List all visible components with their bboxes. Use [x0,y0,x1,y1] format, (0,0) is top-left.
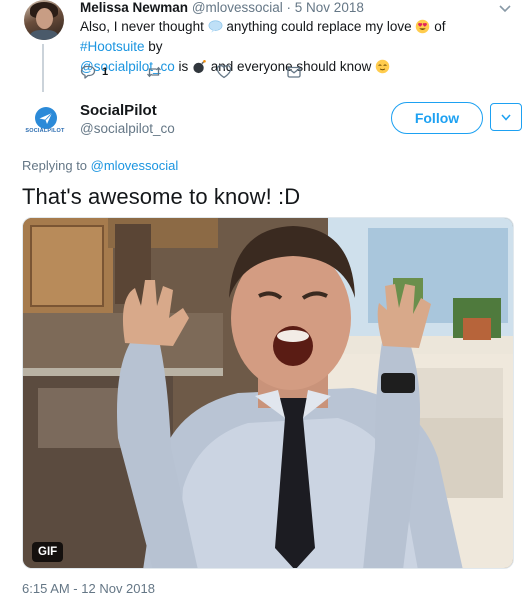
reply-count: 1 [102,66,109,78]
parent-handle-date[interactable]: @mlovessocial · 5 Nov 2018 [192,0,364,15]
parent-author-name[interactable]: Melissa Newman [80,0,188,15]
more-options-button[interactable] [490,103,522,131]
reply-author-name[interactable]: SocialPilot [80,102,157,119]
parent-text-seg: Also, I never thought [80,19,208,34]
replying-to-mention[interactable]: @mlovessocial [91,158,179,173]
replying-prefix: Replying to [22,158,91,173]
socialpilot-logo-icon[interactable] [26,104,66,144]
direct-message-action[interactable] [286,63,302,81]
parent-text-seg: of [430,19,446,34]
reply-tweet-text: That's awesome to know! :D [22,184,301,209]
gif-image[interactable] [23,218,514,569]
parent-tweet-header: Melissa Newman @mlovessocial · 5 Nov 201… [80,0,364,15]
like-icon[interactable] [216,64,232,80]
gif-media[interactable]: GIF [22,217,514,569]
direct-message-icon[interactable] [286,64,302,80]
gif-badge: GIF [32,542,64,562]
parent-tweet-actions: 1 [80,63,320,81]
retweet-icon[interactable] [146,64,162,80]
follow-button[interactable]: Follow [391,102,483,134]
hashtag-link[interactable]: #Hootsuite [80,39,145,54]
thread-connector-line [42,44,44,92]
speech-bubble-icon [208,20,223,33]
melissa-avatar[interactable] [24,0,64,40]
reply-action[interactable]: 1 [80,63,108,81]
replying-to-line: Replying to @mlovessocial [22,158,178,173]
relieved-face-emoji-icon [375,59,390,74]
heart-eyes-emoji-icon [416,19,430,34]
parent-text-seg: by [144,39,163,54]
socialpilot-logo-text: SOCIALPILOT [25,128,65,134]
parent-text-seg: anything could replace my love [222,19,416,34]
like-action[interactable] [216,63,232,81]
reply-timestamp[interactable]: 6:15 AM - 12 Nov 2018 [22,581,155,596]
chevron-down-icon[interactable] [501,114,511,121]
retweet-action[interactable] [146,63,162,81]
reply-icon[interactable] [80,64,96,80]
chevron-down-icon[interactable] [498,4,512,14]
reply-author-handle[interactable]: @socialpilot_co [80,121,175,136]
